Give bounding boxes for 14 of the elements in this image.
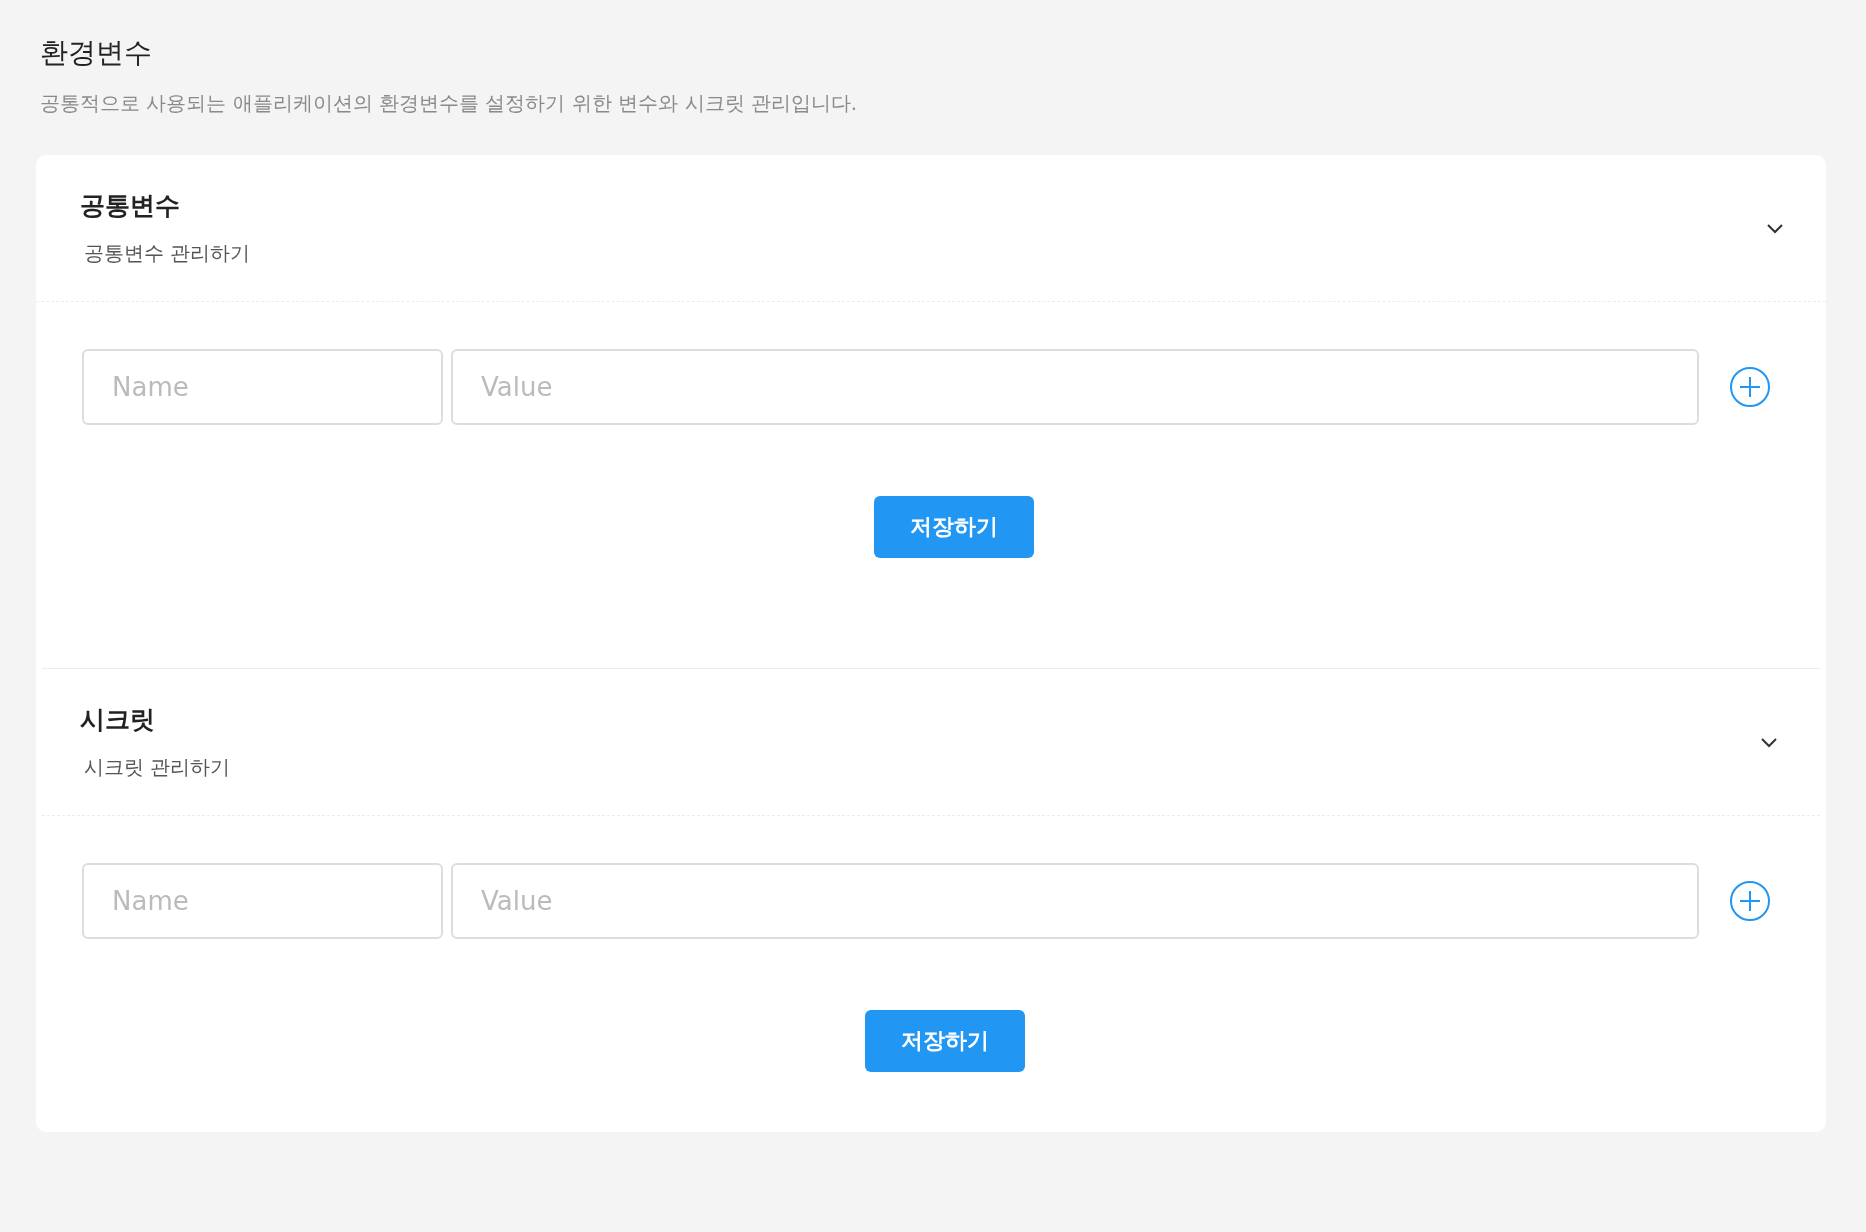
save-button[interactable]: 저장하기 bbox=[874, 496, 1034, 558]
section-title: 시크릿 bbox=[80, 704, 156, 736]
save-button[interactable]: 저장하기 bbox=[865, 1010, 1025, 1072]
page-title: 환경변수 bbox=[40, 35, 153, 71]
name-input[interactable]: Name bbox=[82, 863, 443, 939]
name-input[interactable]: Name bbox=[82, 349, 443, 425]
page-description: 공통적으로 사용되는 애플리케이션의 환경변수를 설정하기 위한 변수와 시크릿 관리입니다. bbox=[40, 90, 859, 117]
section-subtitle: 공통변수 관리하기 bbox=[83, 240, 251, 267]
value-input[interactable]: Value bbox=[451, 349, 1699, 425]
add-icon[interactable] bbox=[1729, 880, 1771, 922]
value-input[interactable]: Value bbox=[451, 863, 1699, 939]
section-title: 공통변수 bbox=[80, 190, 181, 222]
add-icon[interactable] bbox=[1729, 366, 1771, 408]
section-subtitle: 시크릿 관리하기 bbox=[83, 754, 231, 781]
